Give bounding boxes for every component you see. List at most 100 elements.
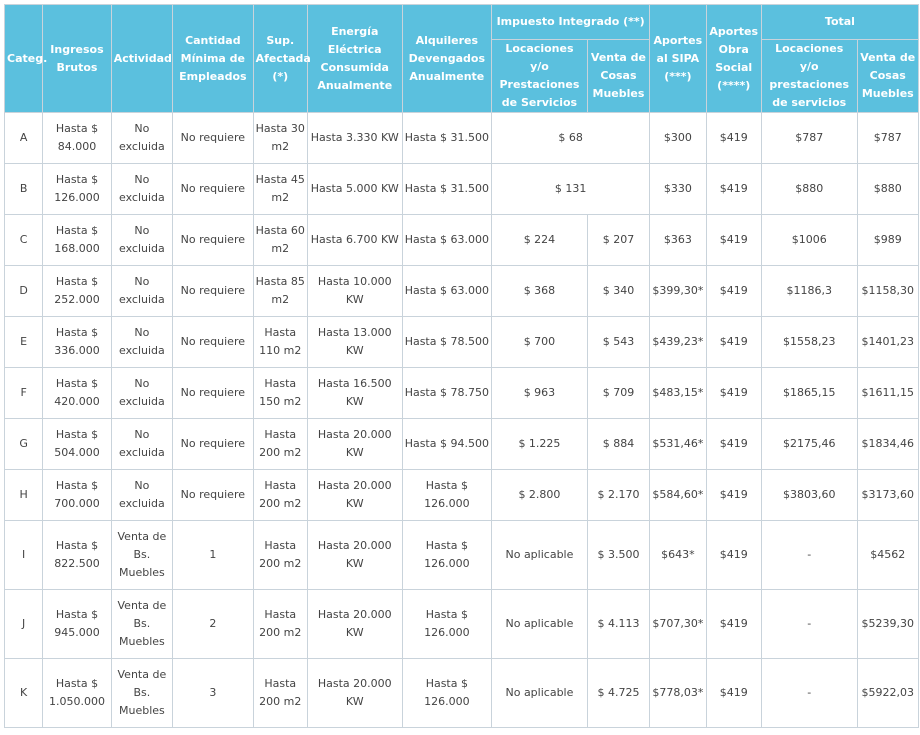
cell-obra-social: $419: [705, 367, 762, 419]
cell-superficie: Hasta 200 m2: [252, 520, 308, 590]
cell-total-venta: $5239,30: [856, 589, 920, 659]
cell-superficie: Hasta 200 m2: [252, 418, 308, 470]
cell-total-venta: $4562: [856, 520, 920, 590]
cell-total-locaciones: $2175,46: [760, 418, 858, 470]
cell-impuesto-venta: $ 4.725: [586, 658, 651, 728]
cell-total-locaciones: $1865,15: [760, 367, 858, 419]
cell-empleados: No requiere: [172, 418, 254, 470]
cell-superficie: Hasta 45 m2: [252, 163, 308, 215]
cell-actividad: No excluida: [110, 214, 174, 266]
cell-impuesto-locaciones: No aplicable: [491, 589, 588, 659]
cell-obra-social: $419: [705, 265, 762, 317]
cell-total-venta: $1611,15: [856, 367, 920, 419]
cell-categ: E: [3, 316, 44, 368]
cell-impuesto-venta: $ 207: [586, 214, 651, 266]
cell-categ: B: [3, 163, 44, 215]
cell-alquileres: Hasta $ 126.000: [401, 520, 493, 590]
cell-actividad: Venta de Bs. Muebles: [110, 658, 174, 728]
header-alquileres: Alquileres Devengados Anualmente: [401, 4, 493, 113]
cell-impuesto-locaciones: $ 368: [491, 265, 588, 317]
cell-ingresos: Hasta $ 504.000: [42, 418, 112, 470]
cell-alquileres: Hasta $ 78.500: [401, 316, 493, 368]
cell-obra-social: $419: [705, 112, 762, 164]
cell-impuesto-venta: $ 4.113: [586, 589, 651, 659]
table-row: A Hasta $ 84.000 No excluida No requiere…: [3, 112, 920, 164]
cell-sipa: $778,03*: [649, 658, 707, 728]
table-row: G Hasta $ 504.000 No excluida No requier…: [3, 418, 920, 470]
cell-impuesto-locaciones: $ 700: [491, 316, 588, 368]
cell-ingresos: Hasta $ 420.000: [42, 367, 112, 419]
table-row: I Hasta $ 822.500 Venta de Bs. Muebles 1…: [3, 520, 920, 590]
cell-ingresos: Hasta $ 252.000: [42, 265, 112, 317]
cell-superficie: Hasta 60 m2: [252, 214, 308, 266]
cell-empleados: No requiere: [172, 265, 254, 317]
cell-actividad: No excluida: [110, 316, 174, 368]
cell-energia: Hasta 16.500 KW: [306, 367, 403, 419]
cell-impuesto-locaciones: $ 1.225: [491, 418, 588, 470]
header-ingresos: Ingresos Brutos: [42, 4, 112, 113]
cell-obra-social: $419: [705, 214, 762, 266]
cell-empleados: No requiere: [172, 367, 254, 419]
cell-empleados: No requiere: [172, 112, 254, 164]
cell-categ: I: [3, 520, 44, 590]
cell-total-venta: $1158,30: [856, 265, 920, 317]
header-tot-locaciones: Locaciones y/o prestaciones de servicios: [760, 39, 858, 113]
cell-total-venta: $989: [856, 214, 920, 266]
cell-obra-social: $419: [705, 589, 762, 659]
cell-ingresos: Hasta $ 84.000: [42, 112, 112, 164]
cell-ingresos: Hasta $ 822.500: [42, 520, 112, 590]
header-categ: Categ.: [3, 4, 47, 113]
cell-impuesto-locaciones: $ 2.800: [491, 469, 588, 521]
cell-energia: Hasta 20.000 KW: [306, 658, 403, 728]
header-impuesto: Impuesto Integrado (**): [491, 4, 651, 40]
cell-categ: H: [3, 469, 44, 521]
table-row: H Hasta $ 700.000 No excluida No requier…: [3, 469, 920, 521]
cell-alquileres: Hasta $ 94.500: [401, 418, 493, 470]
cell-ingresos: Hasta $ 168.000: [42, 214, 112, 266]
cell-alquileres: Hasta $ 31.500: [401, 163, 493, 215]
cell-categ: K: [3, 658, 44, 728]
cell-actividad: No excluida: [110, 265, 174, 317]
cell-ingresos: Hasta $ 1.050.000: [42, 658, 112, 728]
cell-ingresos: Hasta $ 126.000: [42, 163, 112, 215]
cell-ingresos: Hasta $ 945.000: [42, 589, 112, 659]
cell-total-locaciones: $787: [760, 112, 858, 164]
cell-alquileres: Hasta $ 31.500: [401, 112, 493, 164]
cell-empleados: No requiere: [172, 214, 254, 266]
cell-ingresos: Hasta $ 336.000: [42, 316, 112, 368]
cell-superficie: Hasta 200 m2: [252, 589, 308, 659]
cell-energia: Hasta 20.000 KW: [306, 469, 403, 521]
table-row: K Hasta $ 1.050.000 Venta de Bs. Muebles…: [3, 658, 920, 728]
cell-impuesto-venta: $ 2.170: [586, 469, 651, 521]
cell-sipa: $399,30*: [649, 265, 707, 317]
header-sipa: Aportes al SIPA (***): [649, 4, 707, 113]
cell-impuesto-venta: $ 884: [586, 418, 651, 470]
cell-categ: D: [3, 265, 44, 317]
cell-energia: Hasta 20.000 KW: [306, 589, 403, 659]
table-row: C Hasta $ 168.000 No excluida No requier…: [3, 214, 920, 266]
cell-obra-social: $419: [705, 469, 762, 521]
header-superficie: Sup. Afectada (*): [252, 4, 311, 113]
cell-empleados: 3: [172, 658, 254, 728]
cell-sipa: $300: [649, 112, 707, 164]
cell-alquileres: Hasta $ 126.000: [401, 589, 493, 659]
cell-energia: Hasta 20.000 KW: [306, 520, 403, 590]
header-obra-social: Aportes Obra Social (****): [705, 4, 762, 113]
cell-alquileres: Hasta $ 78.750: [401, 367, 493, 419]
cell-empleados: 2: [172, 589, 254, 659]
cell-categ: G: [3, 418, 44, 470]
cell-alquileres: Hasta $ 126.000: [401, 658, 493, 728]
cell-total-venta: $3173,60: [856, 469, 920, 521]
cell-superficie: Hasta 85 m2: [252, 265, 308, 317]
cell-impuesto-locaciones: No aplicable: [491, 520, 588, 590]
cell-total-locaciones: $1186,3: [760, 265, 858, 317]
cell-actividad: No excluida: [110, 163, 174, 215]
cell-energia: Hasta 10.000 KW: [306, 265, 403, 317]
cell-sipa: $531,46*: [649, 418, 707, 470]
cell-total-venta: $880: [856, 163, 920, 215]
cell-impuesto: $ 68: [491, 112, 651, 164]
cell-total-venta: $5922,03: [856, 658, 920, 728]
cell-obra-social: $419: [705, 163, 762, 215]
cell-superficie: Hasta 150 m2: [252, 367, 308, 419]
cell-total-locaciones: -: [760, 658, 858, 728]
